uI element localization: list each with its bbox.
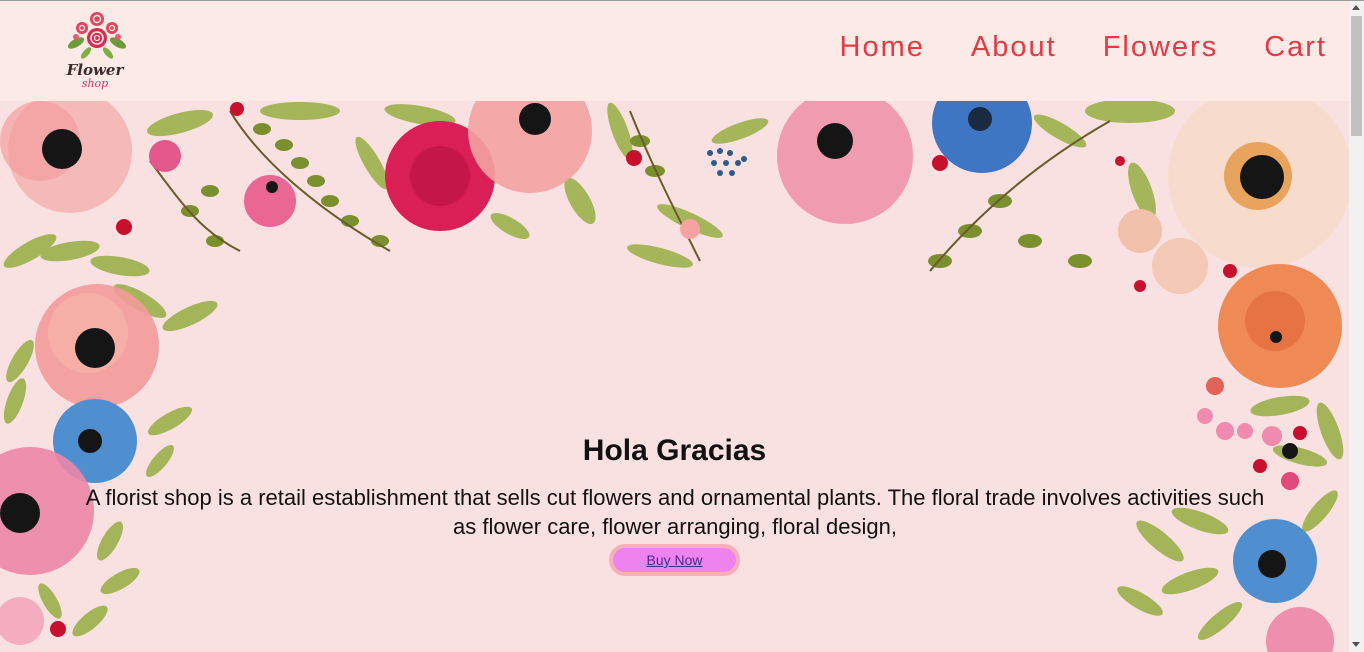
buy-now-button[interactable]: Buy Now xyxy=(609,544,740,576)
vertical-scrollbar[interactable] xyxy=(1349,1,1364,652)
chevron-down-icon[interactable] xyxy=(1352,642,1360,647)
brand-logo[interactable]: Flower shop xyxy=(62,9,132,93)
site-header: Flower shop Home About Flowers Cart xyxy=(0,1,1349,101)
nav-link-cart[interactable]: Cart xyxy=(1264,31,1327,64)
nav-link-about[interactable]: About xyxy=(971,31,1057,64)
logo-subtitle: shop xyxy=(81,77,109,90)
hero-title: Hola Gracias xyxy=(582,434,767,467)
scrollbar-thumb[interactable] xyxy=(1351,16,1362,136)
page: Flower shop Home About Flowers Cart Hola… xyxy=(0,0,1349,652)
nav-link-home[interactable]: Home xyxy=(840,31,925,64)
rose-bouquet-icon xyxy=(67,12,127,59)
hero-description: A florist shop is a retail establishment… xyxy=(85,485,1265,539)
chevron-up-icon[interactable] xyxy=(1352,5,1360,10)
nav-link-flowers[interactable]: Flowers xyxy=(1103,31,1219,64)
hero-section: Hola Gracias A florist shop is a retail … xyxy=(0,101,1349,652)
main-nav: Home About Flowers Cart xyxy=(840,31,1327,64)
window-top-border xyxy=(0,0,1364,1)
